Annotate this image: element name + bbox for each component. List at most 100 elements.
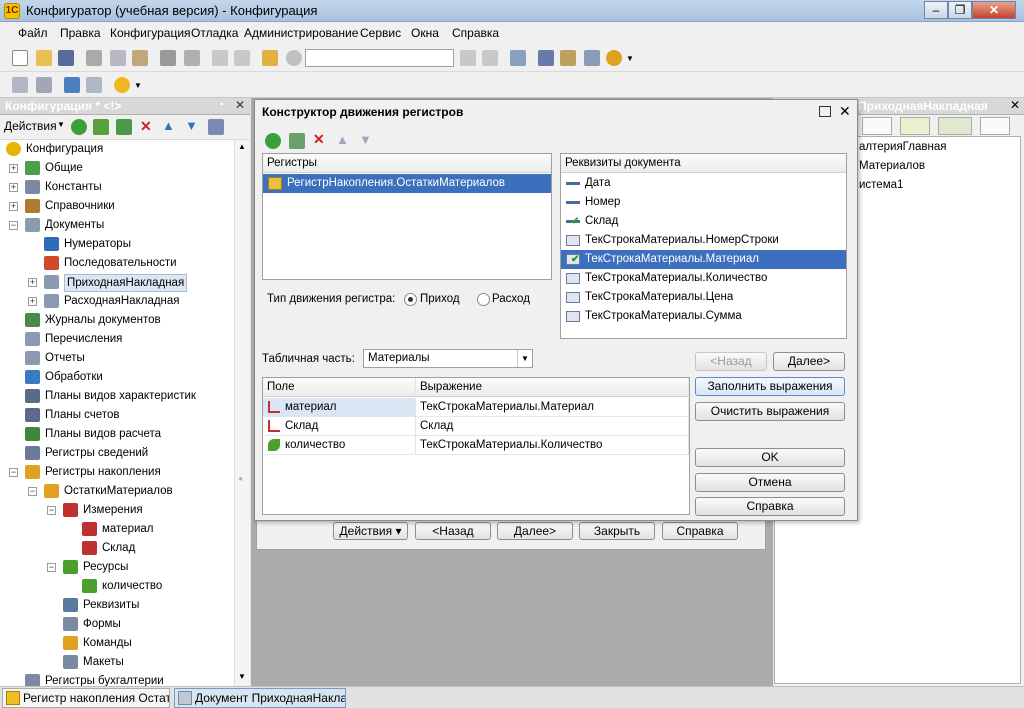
register-row[interactable]: РегистрНакопления.ОстаткиМатериалов — [263, 174, 551, 193]
grid-cell-field[interactable]: материал — [263, 398, 416, 417]
document-attribute-row[interactable]: ✔ ТекСтрокаМатериалы.Материал — [561, 250, 846, 269]
sort-icon[interactable] — [208, 119, 224, 135]
expand-icon[interactable]: − — [9, 468, 18, 477]
undo-icon[interactable] — [212, 50, 228, 66]
document-attribute-row[interactable]: Дата — [561, 174, 846, 193]
help-button[interactable]: Справка — [695, 497, 845, 516]
tree-item[interactable]: Регистры бухгалтерии — [0, 672, 234, 686]
pin-icon[interactable]: ▪ — [220, 99, 224, 110]
back-button[interactable]: <Назад — [695, 352, 767, 371]
tree-item[interactable]: Нумераторы — [0, 235, 234, 254]
copy-item-icon[interactable] — [116, 119, 132, 135]
document-attribute-row[interactable]: ТекСтрокаМатериалы.Цена — [561, 288, 846, 307]
tree-item[interactable]: Макеты — [0, 653, 234, 672]
syntax-assistant-icon[interactable] — [538, 50, 554, 66]
search-icon[interactable] — [286, 50, 302, 66]
behind-actions-button[interactable]: Действия ▾ — [333, 522, 408, 540]
expand-icon[interactable]: + — [28, 297, 37, 306]
clear-expressions-button[interactable]: Очистить выражения — [695, 402, 845, 421]
grid-cell-expression[interactable]: Склад — [416, 417, 689, 436]
menu-debug[interactable]: Отладка — [191, 26, 238, 40]
expand-icon[interactable]: − — [47, 506, 56, 515]
tree-item[interactable]: Реквизиты — [0, 596, 234, 615]
grid-cell-field[interactable]: Склад — [263, 417, 416, 436]
tree-item[interactable]: Формы — [0, 615, 234, 634]
behind-close-button[interactable]: Закрыть — [579, 522, 655, 540]
document-attribute-row[interactable]: ✔ Склад — [561, 212, 846, 231]
cancel-button[interactable]: Отмена — [695, 473, 845, 492]
tree-item[interactable]: Планы видов характеристик — [0, 387, 234, 406]
tabular-part-select[interactable]: Материалы ▼ — [363, 349, 533, 368]
tree-item[interactable]: Отчеты — [0, 349, 234, 368]
search-help-icon[interactable] — [560, 50, 576, 66]
ok-button[interactable]: OK — [695, 448, 845, 467]
minimize-button[interactable]: – — [924, 1, 948, 19]
compare-icon[interactable] — [36, 77, 52, 93]
tab-forms[interactable] — [980, 117, 1010, 135]
copy-icon[interactable] — [110, 50, 126, 66]
find-next-icon[interactable] — [460, 50, 476, 66]
behind-next-button[interactable]: Далее> — [497, 522, 573, 540]
document-window-close-icon[interactable]: ✕ — [1010, 98, 1020, 112]
behind-back-button[interactable]: <Назад — [415, 522, 491, 540]
actions-menu[interactable]: Действия — [4, 119, 57, 133]
tree-item[interactable]: Планы счетов — [0, 406, 234, 425]
tab-data[interactable] — [900, 117, 930, 135]
window-tab-document[interactable]: Документ ПриходнаяНакла... — [174, 688, 346, 708]
tree-item[interactable]: + Справочники — [0, 197, 234, 216]
dialog-close-icon[interactable]: ✕ — [839, 103, 851, 120]
paste-icon[interactable] — [132, 50, 148, 66]
save-icon[interactable] — [58, 50, 74, 66]
search-combo[interactable] — [305, 49, 454, 67]
expand-icon[interactable]: − — [47, 563, 56, 572]
scroll-up-icon[interactable]: ▲ — [238, 142, 246, 151]
move-up-icon[interactable]: ▲ — [336, 132, 349, 147]
scroll-grip-icon[interactable]: ◂ — [238, 474, 242, 483]
menu-administration[interactable]: Администрирование — [244, 26, 358, 40]
tab-movements[interactable] — [938, 117, 972, 135]
menu-file[interactable]: Файл — [18, 26, 48, 40]
delete-register-icon[interactable]: ✕ — [313, 131, 325, 148]
edit-icon[interactable] — [93, 119, 109, 135]
tree-item[interactable]: материал — [0, 520, 234, 539]
tree-item[interactable]: − Регистры накопления — [0, 463, 234, 482]
panel-close-icon[interactable]: ✕ — [235, 98, 245, 112]
tree-item[interactable]: − Документы — [0, 216, 234, 235]
add-copy-icon[interactable] — [289, 133, 305, 149]
expand-icon[interactable]: + — [9, 202, 18, 211]
tree-item[interactable]: + Константы — [0, 178, 234, 197]
new-icon[interactable] — [12, 50, 28, 66]
move-down-icon[interactable]: ▼ — [359, 132, 372, 147]
menu-configuration[interactable]: Конфигурация — [110, 26, 191, 40]
redo-icon[interactable] — [234, 50, 250, 66]
tree-item[interactable]: Планы видов расчета — [0, 425, 234, 444]
chevron-down-icon[interactable]: ▼ — [517, 350, 532, 367]
move-down-icon[interactable]: ▼ — [185, 118, 198, 133]
grid-row[interactable]: количество ТекСтрокаМатериалы.Количество — [263, 436, 689, 455]
expand-icon[interactable]: + — [9, 183, 18, 192]
move-up-icon[interactable]: ▲ — [162, 118, 175, 133]
expand-icon[interactable]: + — [28, 278, 37, 287]
tree-item[interactable]: Обработки — [0, 368, 234, 387]
windows-icon[interactable] — [510, 50, 526, 66]
next-button[interactable]: Далее> — [773, 352, 845, 371]
print-icon[interactable] — [160, 50, 176, 66]
dropdown-arrow-icon[interactable]: ▼ — [134, 81, 142, 90]
grid-row[interactable]: материал ТекСтрокаМатериалы.Материал — [263, 398, 689, 417]
menu-edit[interactable]: Правка — [60, 26, 101, 40]
tree-item[interactable]: − Ресурсы — [0, 558, 234, 577]
grid-cell-expression[interactable]: ТекСтрокаМатериалы.Количество — [416, 436, 689, 455]
tree-item[interactable]: количество — [0, 577, 234, 596]
tree-item[interactable]: Регистры сведений — [0, 444, 234, 463]
menu-windows[interactable]: Окна — [411, 26, 439, 40]
tree-item[interactable]: Конфигурация — [0, 140, 234, 159]
document-attribute-row[interactable]: ТекСтрокаМатериалы.Количество — [561, 269, 846, 288]
document-attribute-row[interactable]: Номер — [561, 193, 846, 212]
expand-icon[interactable]: − — [9, 221, 18, 230]
preview-icon[interactable] — [184, 50, 200, 66]
radio-expense[interactable] — [477, 293, 490, 306]
info-icon[interactable] — [606, 50, 622, 66]
dialog-maximize-icon[interactable] — [819, 106, 831, 117]
grid-row[interactable]: Склад Склад — [263, 417, 689, 436]
scroll-down-icon[interactable]: ▼ — [238, 672, 246, 681]
